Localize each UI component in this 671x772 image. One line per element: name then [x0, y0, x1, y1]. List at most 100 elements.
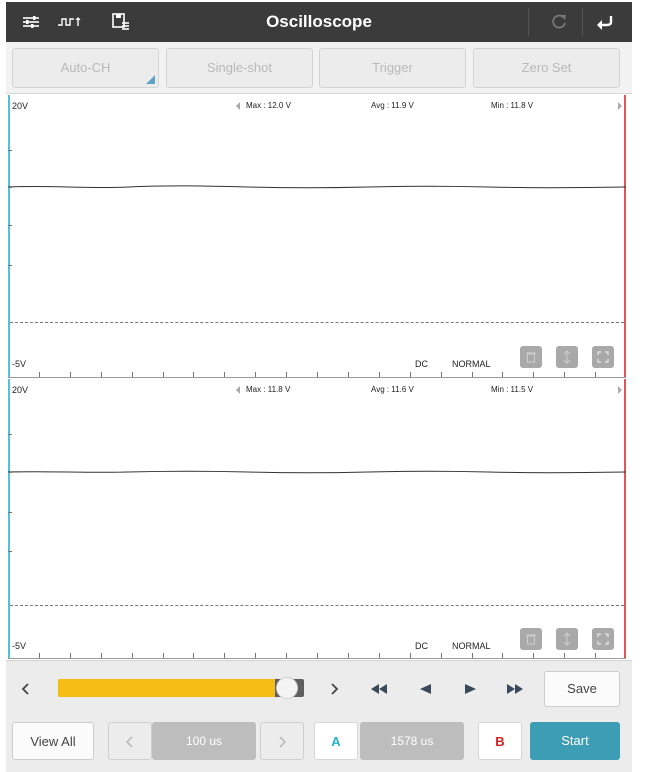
timebase-decrease-button[interactable] [108, 722, 152, 760]
ch2-mode-label: NORMAL [452, 641, 491, 651]
cursor-a-label: A [331, 734, 341, 749]
channel-1-scope[interactable]: 20V Max : 12.0 V Avg : 11.9 V Min : 11.8… [8, 95, 626, 378]
x-axis-tick [163, 653, 164, 658]
app-title: Oscilloscope [266, 12, 372, 31]
x-axis-tick [70, 653, 71, 658]
ch2-coupling-label: DC [415, 641, 428, 651]
view-all-label: View All [30, 734, 76, 749]
ch1-y-tick [8, 150, 12, 151]
x-axis-tick [472, 653, 473, 658]
fast-forward-button[interactable] [500, 677, 530, 701]
cursor-a-button[interactable]: A [314, 722, 358, 760]
rewind-button[interactable] [364, 677, 394, 701]
start-button[interactable]: Start [530, 722, 620, 760]
slider-fill [58, 679, 275, 697]
x-axis-tick [533, 653, 534, 658]
ch2-trash-icon[interactable] [520, 628, 542, 650]
ch2-zero-line [10, 605, 624, 606]
timebase-value: 100 us [152, 722, 256, 760]
x-axis-tick [286, 372, 287, 377]
x-axis-tick [39, 653, 40, 658]
chevron-right-icon [279, 736, 287, 748]
ch2-waveform-plot [8, 470, 626, 474]
play-button[interactable] [456, 677, 486, 701]
trigger-label: Trigger [372, 60, 413, 75]
sliders-icon[interactable] [16, 2, 46, 42]
timebase-increase-button[interactable] [260, 722, 304, 760]
scroll-left-button[interactable] [14, 677, 38, 701]
zero-set-label: Zero Set [521, 60, 572, 75]
play-icon [465, 684, 476, 694]
position-slider[interactable] [58, 677, 304, 699]
x-axis-tick [101, 372, 102, 377]
dropdown-corner-icon [146, 75, 155, 84]
back-icon[interactable] [590, 2, 620, 42]
ch2-y-tick [8, 551, 12, 552]
cursor-b-button[interactable]: B [478, 722, 522, 760]
ch1-bottom-scale-label: -5V [12, 359, 27, 369]
zero-set-button[interactable]: Zero Set [473, 48, 620, 88]
header-bar: Oscilloscope [6, 2, 632, 42]
ch1-vertical-scale-icon[interactable] [556, 346, 578, 368]
chevron-left-icon [21, 683, 29, 695]
x-axis-tick [101, 653, 102, 658]
channel-2-scope[interactable]: 20V Max : 11.8 V Avg : 11.6 V Min : 11.5… [8, 379, 626, 659]
x-axis-tick [286, 653, 287, 658]
header-divider [528, 8, 529, 36]
x-axis-tick [564, 653, 565, 658]
x-axis-tick [317, 372, 318, 377]
x-axis-tick [564, 372, 565, 377]
timebase-label: 100 us [185, 734, 223, 748]
x-axis-tick [348, 372, 349, 377]
ch1-y-tick [8, 187, 12, 188]
refresh-icon[interactable] [544, 2, 574, 42]
x-axis-tick [533, 372, 534, 377]
function-toolbar: Auto-CH Single-shot Trigger Zero Set [6, 42, 632, 94]
x-axis-tick [472, 372, 473, 377]
ch2-bottom-scale-label: -5V [12, 641, 27, 651]
ch1-expand-icon[interactable] [592, 346, 614, 368]
x-axis-tick [132, 653, 133, 658]
save-file-icon[interactable] [106, 2, 136, 42]
ch1-waveform-trace [8, 185, 626, 189]
ch2-waveform-trace [8, 470, 626, 474]
x-axis-tick [224, 653, 225, 658]
auto-ch-label: Auto-CH [60, 60, 111, 75]
single-shot-label: Single-shot [206, 60, 273, 75]
ch1-y-tick [8, 265, 12, 266]
ch2-vertical-scale-icon[interactable] [556, 628, 578, 650]
single-shot-button[interactable]: Single-shot [166, 48, 313, 88]
step-back-icon [420, 684, 431, 694]
header-divider [582, 8, 583, 36]
x-axis-tick [255, 372, 256, 377]
x-axis-tick [410, 372, 411, 377]
trigger-button[interactable]: Trigger [319, 48, 466, 88]
view-all-button[interactable]: View All [12, 722, 94, 760]
scroll-right-button[interactable] [322, 677, 346, 701]
save-button[interactable]: Save [544, 671, 620, 707]
x-axis-tick [595, 372, 596, 377]
ch1-mode-label: NORMAL [452, 359, 491, 369]
step-back-button[interactable] [410, 677, 440, 701]
chevron-left-icon [125, 736, 133, 748]
playback-bar: Save [6, 660, 632, 716]
x-axis-tick [132, 372, 133, 377]
x-axis-tick [348, 653, 349, 658]
ch1-trash-icon[interactable] [520, 346, 542, 368]
bottom-control-bar: View All 100 us A 1578 us B Start [6, 716, 632, 772]
ch1-zero-line [10, 322, 624, 323]
fast-forward-icon [507, 684, 523, 694]
x-axis-tick [379, 653, 380, 658]
ch2-y-tick [8, 434, 12, 435]
x-axis-tick [317, 653, 318, 658]
x-axis-tick [441, 372, 442, 377]
ch2-y-tick [8, 472, 12, 473]
waveform-icon[interactable] [52, 2, 88, 42]
slider-knob[interactable] [276, 677, 298, 699]
rewind-icon [371, 684, 387, 694]
auto-ch-button[interactable]: Auto-CH [12, 48, 159, 88]
ch2-expand-icon[interactable] [592, 628, 614, 650]
ch1-waveform-plot [8, 185, 626, 189]
x-axis-tick [193, 372, 194, 377]
save-label: Save [567, 681, 597, 696]
